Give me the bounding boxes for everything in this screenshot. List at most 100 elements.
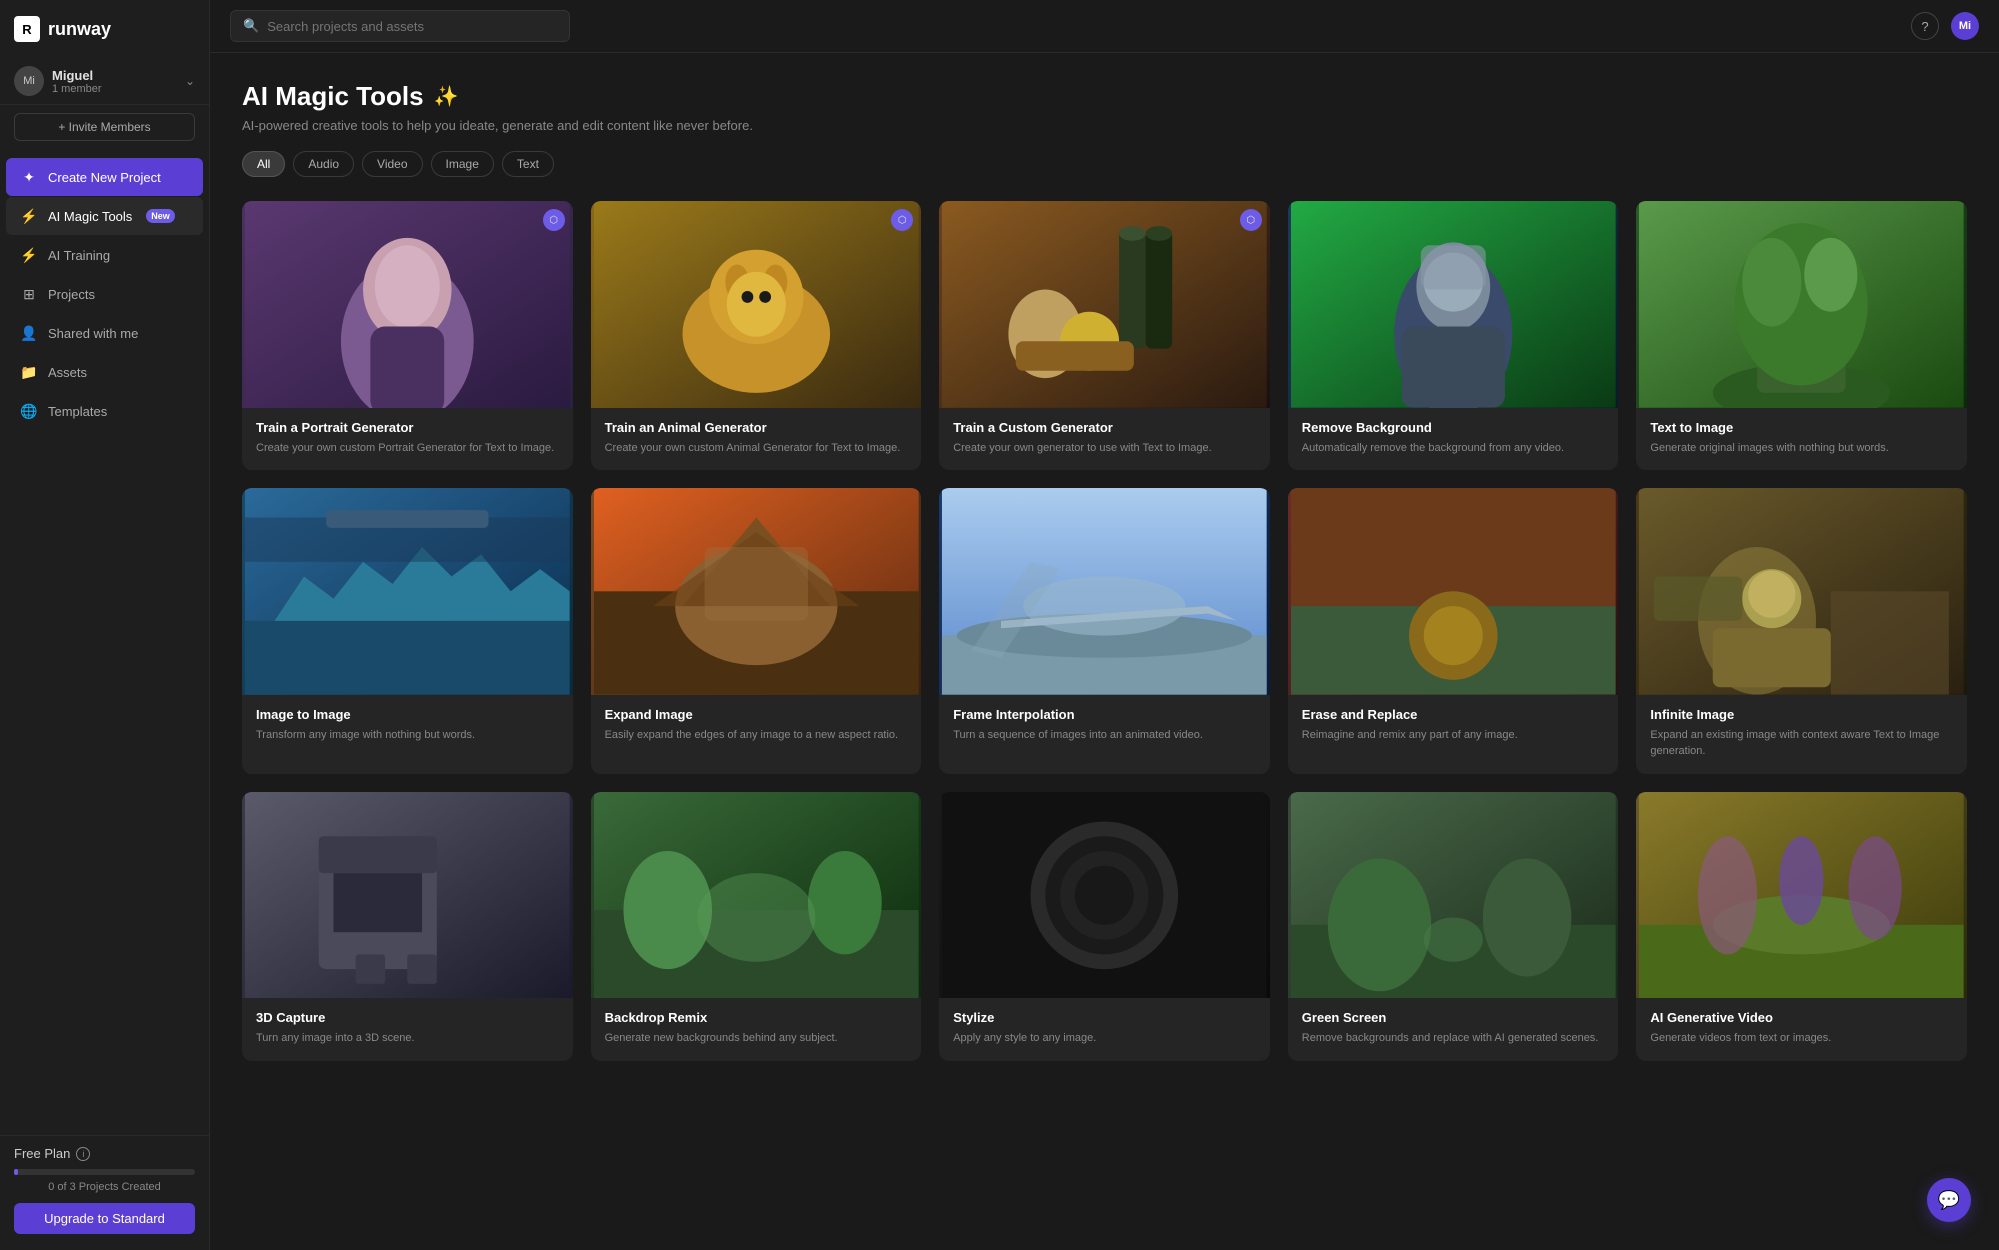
tool-title: Erase and Replace	[1302, 707, 1605, 722]
tool-info: Train an Animal Generator Create your ow…	[591, 408, 922, 471]
tool-title: Green Screen	[1302, 1010, 1605, 1025]
tool-title: Train a Portrait Generator	[256, 420, 559, 435]
search-input[interactable]	[267, 19, 557, 34]
new-badge: New	[146, 209, 175, 223]
tool-info: 3D Capture Turn any image into a 3D scen…	[242, 998, 573, 1061]
tool-image-erase	[1288, 488, 1619, 695]
user-avatar-top[interactable]: Mi	[1951, 12, 1979, 40]
tool-card-img2img[interactable]: Image to Image Transform any image with …	[242, 488, 573, 774]
tool-title: AI Generative Video	[1650, 1010, 1953, 1025]
tool-info: Stylize Apply any style to any image.	[939, 998, 1270, 1061]
tool-card-3d[interactable]: 3D Capture Turn any image into a 3D scen…	[242, 792, 573, 1061]
tool-card-infinite[interactable]: Infinite Image Expand an existing image …	[1636, 488, 1967, 774]
filter-all[interactable]: All	[242, 151, 285, 177]
tool-image-frame	[939, 488, 1270, 695]
invite-members-button[interactable]: + Invite Members	[14, 113, 195, 141]
tool-desc: Create your own custom Portrait Generato…	[256, 440, 559, 457]
filter-video[interactable]: Video	[362, 151, 422, 177]
templates-icon: 🌐	[20, 402, 38, 420]
tool-card-portrait[interactable]: ⬡ Train a Portrait Generator Create your…	[242, 201, 573, 470]
tool-desc: Expand an existing image with context aw…	[1650, 727, 1953, 760]
search-icon: 🔍	[243, 18, 259, 34]
tool-desc: Reimagine and remix any part of any imag…	[1302, 727, 1605, 744]
tool-title: Text to Image	[1650, 420, 1953, 435]
sidebar-item-label: Create New Project	[48, 170, 161, 185]
sidebar-item-label: AI Magic Tools	[48, 209, 132, 224]
tool-image-img2img	[242, 488, 573, 695]
chat-fab-button[interactable]: 💬	[1927, 1178, 1971, 1222]
topbar: 🔍 ? Mi	[210, 0, 1999, 53]
chevron-down-icon[interactable]: ⌄	[185, 74, 195, 88]
progress-bar-background	[14, 1169, 195, 1175]
tool-card-text2image[interactable]: Text to Image Generate original images w…	[1636, 201, 1967, 470]
badge-icon: ⬡	[1240, 209, 1262, 231]
sidebar-item-create[interactable]: ✦ Create New Project	[6, 158, 203, 196]
tool-card-greenscreen[interactable]: Green Screen Remove backgrounds and repl…	[1288, 792, 1619, 1061]
tool-card-backdrop[interactable]: Backdrop Remix Generate new backgrounds …	[591, 792, 922, 1061]
tool-card-expand[interactable]: Expand Image Easily expand the edges of …	[591, 488, 922, 774]
filter-bar: All Audio Video Image Text	[242, 151, 1967, 177]
tool-desc: Transform any image with nothing but wor…	[256, 727, 559, 744]
tool-card-custom[interactable]: ⬡ Train a Custom Generator Create your o…	[939, 201, 1270, 470]
free-plan-section: Free Plan i	[14, 1146, 195, 1161]
tool-title: Frame Interpolation	[953, 707, 1256, 722]
tool-title: Expand Image	[605, 707, 908, 722]
sidebar-item-magic[interactable]: ⚡ AI Magic Tools New	[6, 197, 203, 235]
tool-image-bg	[939, 488, 1270, 695]
tool-image-infinite	[1636, 488, 1967, 695]
page-header: AI Magic Tools ✨ AI-powered creative too…	[242, 81, 1967, 133]
help-button[interactable]: ?	[1911, 12, 1939, 40]
upgrade-button[interactable]: Upgrade to Standard	[14, 1203, 195, 1234]
tool-card-genvideo[interactable]: AI Generative Video Generate videos from…	[1636, 792, 1967, 1061]
training-icon: ⚡	[20, 246, 38, 264]
tool-image-3d	[242, 792, 573, 999]
sidebar-item-projects[interactable]: ⊞ Projects	[6, 275, 203, 313]
sidebar-bottom: Free Plan i 0 of 3 Projects Created Upgr…	[0, 1135, 209, 1250]
tool-card-removebg[interactable]: Remove Background Automatically remove t…	[1288, 201, 1619, 470]
tool-card-erase[interactable]: Erase and Replace Reimagine and remix an…	[1288, 488, 1619, 774]
tool-image-bg	[242, 792, 573, 999]
tool-info: AI Generative Video Generate videos from…	[1636, 998, 1967, 1061]
filter-audio[interactable]: Audio	[293, 151, 354, 177]
user-name: Miguel	[52, 68, 177, 83]
page-title-row: AI Magic Tools ✨	[242, 81, 1967, 112]
sidebar-nav: ✦ Create New Project ⚡ AI Magic Tools Ne…	[0, 149, 209, 1135]
tool-desc: Apply any style to any image.	[953, 1030, 1256, 1047]
tool-title: Train a Custom Generator	[953, 420, 1256, 435]
tool-image-bg	[939, 792, 1270, 999]
tool-image-bg	[591, 201, 922, 408]
tool-image-bg	[1288, 488, 1619, 695]
tool-desc: Automatically remove the background from…	[1302, 440, 1605, 457]
logo-label: runway	[48, 19, 111, 40]
info-icon[interactable]: i	[76, 1147, 90, 1161]
sidebar-item-assets[interactable]: 📁 Assets	[6, 353, 203, 391]
tool-image-bg	[242, 488, 573, 695]
tool-desc: Turn a sequence of images into an animat…	[953, 727, 1256, 744]
tool-image-bg	[939, 201, 1270, 408]
logo[interactable]: R runway	[0, 0, 209, 58]
tool-info: Image to Image Transform any image with …	[242, 695, 573, 758]
tool-image-removebg	[1288, 201, 1619, 408]
tool-title: Backdrop Remix	[605, 1010, 908, 1025]
sidebar: R runway Mi Miguel 1 member ⌄ + Invite M…	[0, 0, 210, 1250]
sidebar-item-templates[interactable]: 🌐 Templates	[6, 392, 203, 430]
search-box[interactable]: 🔍	[230, 10, 570, 42]
tool-image-expand	[591, 488, 922, 695]
tool-desc: Generate videos from text or images.	[1650, 1030, 1953, 1047]
free-plan-label: Free Plan	[14, 1146, 70, 1161]
tool-info: Infinite Image Expand an existing image …	[1636, 695, 1967, 774]
filter-text[interactable]: Text	[502, 151, 554, 177]
sidebar-item-label: Shared with me	[48, 326, 138, 341]
tool-card-animal[interactable]: ⬡ Train an Animal Generator Create your …	[591, 201, 922, 470]
logo-icon: R	[14, 16, 40, 42]
sidebar-item-shared[interactable]: 👤 Shared with me	[6, 314, 203, 352]
shared-icon: 👤	[20, 324, 38, 342]
sidebar-item-label: Projects	[48, 287, 95, 302]
user-section: Mi Miguel 1 member ⌄	[0, 58, 209, 105]
tool-image-genvideo	[1636, 792, 1967, 999]
sidebar-item-training[interactable]: ⚡ AI Training	[6, 236, 203, 274]
tool-card-stylize[interactable]: Stylize Apply any style to any image.	[939, 792, 1270, 1061]
filter-image[interactable]: Image	[431, 151, 494, 177]
projects-icon: ⊞	[20, 285, 38, 303]
tool-card-frame[interactable]: Frame Interpolation Turn a sequence of i…	[939, 488, 1270, 774]
